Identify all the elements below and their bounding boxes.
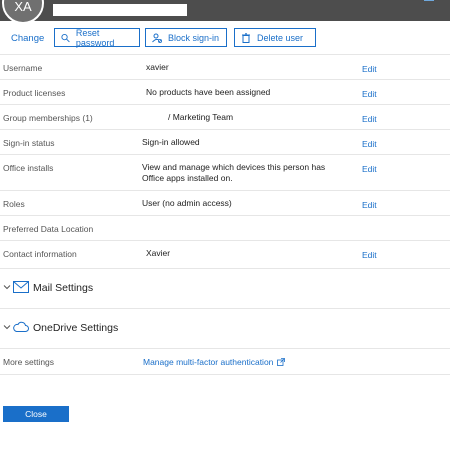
group-memberships-label: Group memberships (1) <box>3 113 93 123</box>
delete-user-label: Delete user <box>257 32 304 43</box>
edit-contact-information-link[interactable]: Edit <box>362 250 377 260</box>
more-settings-label: More settings <box>3 357 55 367</box>
block-signin-label: Block sign-in <box>168 32 220 43</box>
roles-value: User (no admin access) <box>142 198 232 208</box>
key-search-icon <box>61 33 70 42</box>
trash-icon <box>242 32 250 43</box>
reset-password-button[interactable]: Reset password <box>54 27 140 48</box>
edit-product-licenses-link[interactable]: Edit <box>362 89 377 99</box>
reset-password-label: Reset password <box>75 27 115 48</box>
onedrive-settings-section[interactable]: OneDrive Settings <box>0 308 450 349</box>
action-bar: Change Reset password Block sign-in Dele… <box>0 28 450 50</box>
external-link-icon <box>277 358 286 366</box>
row-more-settings: More settings Manage multi-factor authen… <box>0 348 450 375</box>
user-block-icon <box>152 33 162 43</box>
roles-label: Roles <box>3 199 25 209</box>
mail-settings-title: Mail Settings <box>33 282 94 294</box>
redacted-user-name <box>53 4 187 16</box>
preferred-data-location-label: Preferred Data Location <box>3 224 94 234</box>
signin-status-label: Sign-in status <box>3 138 55 148</box>
row-group-memberships: Group memberships (1) / Marketing Team E… <box>0 104 450 130</box>
row-preferred-data-location: Preferred Data Location <box>0 215 450 241</box>
onedrive-settings-title: OneDrive Settings <box>33 322 119 334</box>
office-installs-value-line2: Office apps installed on. <box>142 173 233 183</box>
edit-username-link[interactable]: Edit <box>362 64 377 74</box>
office-installs-value-line1: View and manage which devices this perso… <box>142 162 326 172</box>
office-installs-value: View and manage which devices this perso… <box>142 162 325 184</box>
change-link[interactable]: Change <box>11 33 44 44</box>
close-button[interactable]: Close <box>3 406 69 422</box>
row-office-installs: Office installs View and manage which de… <box>0 154 450 191</box>
product-licenses-label: Product licenses <box>3 88 66 98</box>
office-installs-label: Office installs <box>3 163 54 173</box>
row-signin-status: Sign-in status Sign-in allowed Edit <box>0 129 450 155</box>
row-product-licenses: Product licenses No products have been a… <box>0 79 450 105</box>
signin-status-value: Sign-in allowed <box>142 137 200 147</box>
corner-indicator <box>424 0 434 1</box>
mfa-link[interactable]: Manage multi-factor authentication <box>143 357 286 367</box>
contact-information-label: Contact information <box>3 249 77 259</box>
mail-icon <box>13 281 29 293</box>
row-roles: Roles User (no admin access) Edit <box>0 190 450 216</box>
mfa-link-label: Manage multi-factor authentication <box>143 357 274 367</box>
header-bar: XA <box>0 0 450 24</box>
edit-group-memberships-link[interactable]: Edit <box>362 114 377 124</box>
chevron-down-icon <box>3 285 11 290</box>
row-username: Username xavier Edit <box>0 54 450 80</box>
edit-roles-link[interactable]: Edit <box>362 200 377 210</box>
delete-user-button[interactable]: Delete user <box>234 28 316 47</box>
username-label: Username <box>3 63 43 73</box>
edit-signin-status-link[interactable]: Edit <box>362 139 377 149</box>
username-value: xavier <box>146 62 169 72</box>
row-contact-information: Contact information Xavier Edit <box>0 240 450 269</box>
avatar: XA <box>2 0 44 24</box>
contact-information-value: Xavier <box>146 248 171 258</box>
product-licenses-value: No products have been assigned <box>146 87 271 97</box>
edit-office-installs-link[interactable]: Edit <box>362 164 377 174</box>
mail-settings-section[interactable]: Mail Settings <box>0 268 450 309</box>
group-memberships-value: / Marketing Team <box>168 112 234 122</box>
chevron-down-icon <box>3 325 11 330</box>
cloud-icon <box>13 321 29 332</box>
block-signin-button[interactable]: Block sign-in <box>145 28 227 47</box>
